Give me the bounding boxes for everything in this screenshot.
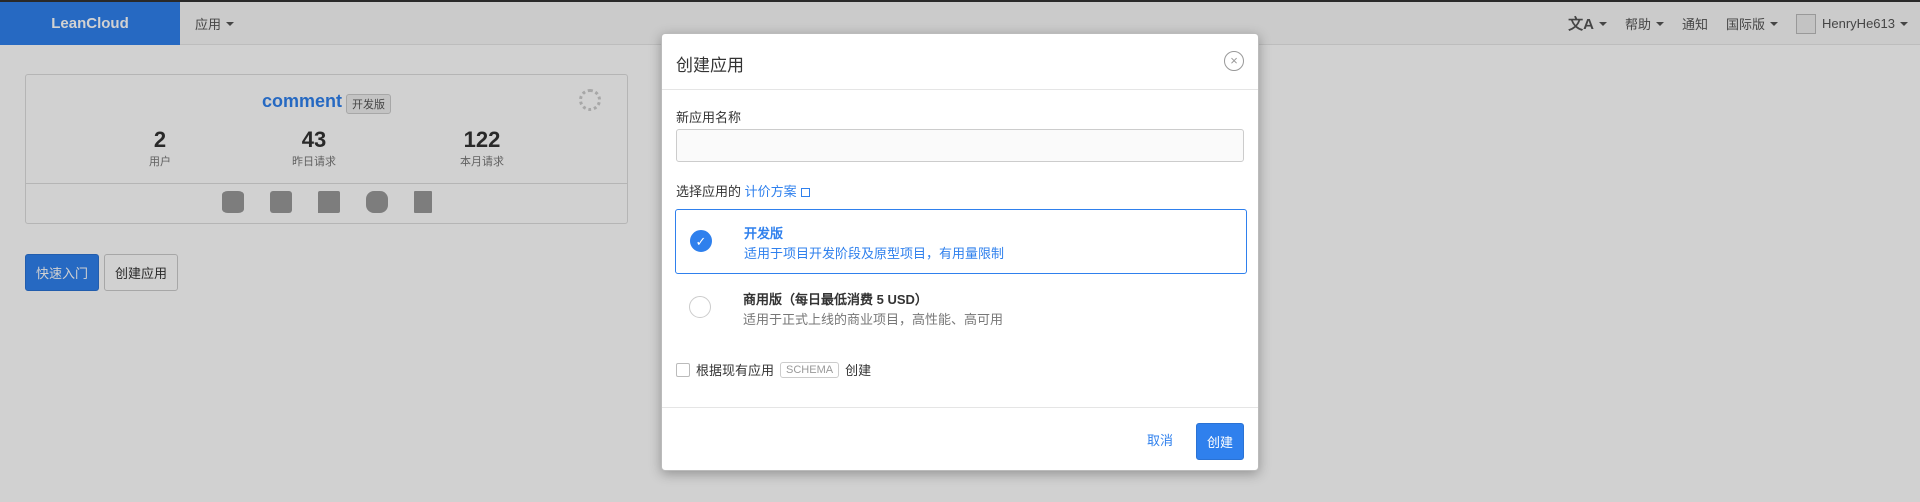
plan-name: 商用版（每日最低消费 5 USD） — [743, 292, 928, 307]
schema-text-after: 创建 — [845, 363, 872, 378]
check-icon[interactable]: ✓ — [690, 230, 712, 252]
plan-label: 选择应用的 计价方案 — [676, 181, 810, 200]
create-app-modal: 创建应用 × 新应用名称 选择应用的 计价方案 ✓ 开发版 适用于项目开发阶段及… — [661, 33, 1259, 471]
create-button[interactable]: 创建 — [1195, 423, 1244, 460]
cancel-button[interactable]: 取消 — [1147, 430, 1173, 449]
modal-header: 创建应用 × — [662, 34, 1258, 90]
modal-title: 创建应用 — [676, 56, 744, 75]
schema-text-before: 根据现有应用 — [696, 363, 775, 378]
plan-prefix: 选择应用的 — [676, 184, 742, 199]
modal-footer: 取消 创建 — [662, 407, 1258, 471]
close-icon[interactable]: × — [1224, 51, 1244, 71]
plan-desc: 适用于正式上线的商业项目，高性能、高可用 — [743, 312, 1004, 327]
schema-checkbox[interactable] — [676, 362, 690, 377]
plan-name: 开发版 — [744, 226, 784, 241]
radio-icon[interactable] — [689, 296, 711, 318]
schema-option: 根据现有应用 SCHEMA 创建 — [676, 360, 871, 379]
schema-code: SCHEMA — [780, 361, 840, 378]
external-link-icon[interactable] — [800, 188, 810, 198]
plan-desc: 适用于项目开发阶段及原型项目，有用量限制 — [744, 246, 1005, 261]
app-name-label: 新应用名称 — [676, 110, 742, 125]
app-name-input[interactable] — [676, 129, 1244, 162]
pricing-link[interactable]: 计价方案 — [745, 184, 797, 199]
plan-option-business[interactable]: 商用版（每日最低消费 5 USD） 适用于正式上线的商业项目，高性能、高可用 — [675, 276, 1247, 341]
plan-option-dev[interactable]: ✓ 开发版 适用于项目开发阶段及原型项目，有用量限制 — [675, 209, 1247, 274]
